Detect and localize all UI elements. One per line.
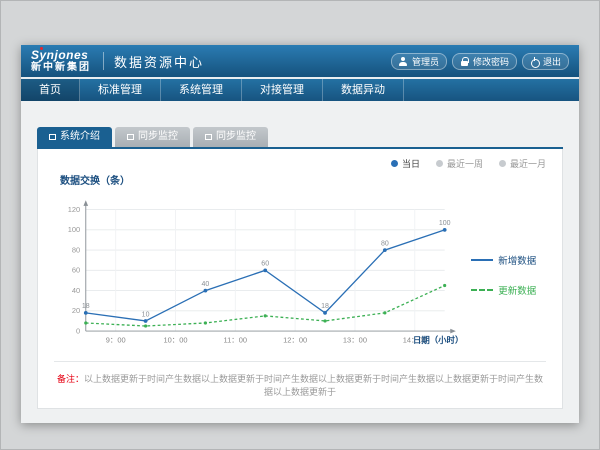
svg-text:日期（小时）: 日期（小时） bbox=[413, 335, 463, 345]
content-area: 系统介绍 同步监控 同步监控 当日 bbox=[21, 101, 579, 423]
svg-text:11：00: 11：00 bbox=[224, 335, 248, 344]
change-password-label: 修改密码 bbox=[473, 55, 509, 68]
y-axis-title: 数据交换（条） bbox=[60, 172, 546, 187]
brand-logo-text: Synjones bbox=[31, 49, 91, 61]
header-divider bbox=[103, 52, 104, 70]
monitor-icon bbox=[205, 134, 212, 140]
svg-text:18: 18 bbox=[321, 303, 329, 310]
brand-logo-subtext: 新中新集团 bbox=[31, 63, 91, 73]
radio-dot-icon bbox=[499, 160, 506, 167]
svg-text:12：00: 12：00 bbox=[283, 335, 307, 344]
dashed-line-icon bbox=[471, 289, 493, 291]
power-icon bbox=[530, 57, 539, 66]
nav-item-standard-mgmt[interactable]: 标准管理 bbox=[80, 79, 161, 101]
app-window: Synjones 新中新集团 数据资源中心 管理员 修改密码 退出 bbox=[21, 45, 579, 423]
filter-last-week[interactable]: 最近一周 bbox=[436, 157, 483, 170]
tab-bar: 系统介绍 同步监控 同步监控 bbox=[37, 127, 563, 149]
nav-item-data-change[interactable]: 数据异动 bbox=[323, 79, 404, 101]
admin-button-label: 管理员 bbox=[412, 55, 439, 68]
legend-updated-data-label: 更新数据 bbox=[498, 283, 536, 297]
svg-text:80: 80 bbox=[72, 245, 80, 254]
svg-text:18: 18 bbox=[82, 303, 90, 310]
svg-text:40: 40 bbox=[72, 286, 80, 295]
svg-text:120: 120 bbox=[68, 205, 80, 214]
svg-text:20: 20 bbox=[72, 306, 80, 315]
tab-system-intro-label: 系统介绍 bbox=[60, 127, 100, 147]
svg-text:40: 40 bbox=[202, 281, 210, 288]
monitor-icon bbox=[49, 134, 56, 140]
user-icon bbox=[399, 57, 408, 66]
logout-button[interactable]: 退出 bbox=[522, 53, 569, 70]
app-header: Synjones 新中新集团 数据资源中心 管理员 修改密码 退出 bbox=[21, 45, 579, 77]
logout-label: 退出 bbox=[543, 55, 561, 68]
time-range-filter: 当日 最近一周 最近一月 bbox=[54, 157, 546, 170]
filter-last-month-label: 最近一月 bbox=[510, 157, 546, 170]
svg-text:9：00: 9：00 bbox=[106, 335, 126, 344]
filter-last-month[interactable]: 最近一月 bbox=[499, 157, 546, 170]
lock-icon bbox=[460, 57, 469, 66]
svg-text:100: 100 bbox=[439, 220, 451, 227]
radio-dot-icon bbox=[391, 160, 398, 167]
brand-logo-dot bbox=[40, 47, 43, 50]
solid-line-icon bbox=[471, 259, 493, 261]
monitor-icon bbox=[127, 134, 134, 140]
legend-new-data-label: 新增数据 bbox=[498, 253, 536, 267]
tab-system-intro[interactable]: 系统介绍 bbox=[37, 127, 112, 147]
svg-text:60: 60 bbox=[261, 261, 269, 268]
svg-text:100: 100 bbox=[68, 225, 80, 234]
nav-item-home[interactable]: 首页 bbox=[21, 79, 80, 101]
tab-sync-monitor-2[interactable]: 同步监控 bbox=[193, 127, 268, 147]
footnote: 备注：以上数据更新于时间产生数据以上数据更新于时间产生数据以上数据更新于时间产生… bbox=[54, 361, 546, 398]
filter-today-label: 当日 bbox=[402, 157, 420, 170]
legend-item-updated-data: 更新数据 bbox=[471, 283, 546, 297]
chart-row: 0 20 40 60 80 100 120 9：00 10：00 11：00 12：00 13：00 1… bbox=[54, 189, 546, 361]
nav-item-system-mgmt[interactable]: 系统管理 bbox=[161, 79, 242, 101]
chart-panel: 当日 最近一周 最近一月 数据交换（条） 0 20 40 60 80 100 120 9：00… bbox=[37, 149, 563, 409]
svg-text:10：00: 10：00 bbox=[163, 335, 187, 344]
svg-text:60: 60 bbox=[72, 266, 80, 275]
tab-sync-monitor-1-label: 同步监控 bbox=[138, 127, 178, 147]
nav-item-integration-mgmt[interactable]: 对接管理 bbox=[242, 79, 323, 101]
svg-text:10: 10 bbox=[142, 311, 150, 318]
legend-item-new-data: 新增数据 bbox=[471, 253, 546, 267]
filter-last-week-label: 最近一周 bbox=[447, 157, 483, 170]
svg-text:80: 80 bbox=[381, 240, 389, 247]
desktop-background: Synjones 新中新集团 数据资源中心 管理员 修改密码 退出 bbox=[0, 0, 600, 450]
svg-text:0: 0 bbox=[76, 326, 80, 335]
footnote-text: 以上数据更新于时间产生数据以上数据更新于时间产生数据以上数据更新于时间产生数据以… bbox=[84, 374, 543, 397]
change-password-button[interactable]: 修改密码 bbox=[452, 53, 517, 70]
filter-today[interactable]: 当日 bbox=[391, 157, 420, 170]
admin-button[interactable]: 管理员 bbox=[391, 53, 447, 70]
footnote-label: 备注： bbox=[57, 374, 84, 384]
page-title: 数据资源中心 bbox=[114, 52, 204, 71]
tab-sync-monitor-2-label: 同步监控 bbox=[216, 127, 256, 147]
radio-dot-icon bbox=[436, 160, 443, 167]
series-legend: 新增数据 更新数据 bbox=[465, 253, 546, 297]
svg-text:13：00: 13：00 bbox=[343, 335, 367, 344]
tab-sync-monitor-1[interactable]: 同步监控 bbox=[115, 127, 190, 147]
brand-logo: Synjones 新中新集团 bbox=[31, 49, 91, 73]
line-chart: 0 20 40 60 80 100 120 9：00 10：00 11：00 12：00 13：00 1… bbox=[54, 189, 465, 361]
main-nav: 首页 标准管理 系统管理 对接管理 数据异动 bbox=[21, 77, 579, 101]
header-actions: 管理员 修改密码 退出 bbox=[391, 53, 569, 70]
